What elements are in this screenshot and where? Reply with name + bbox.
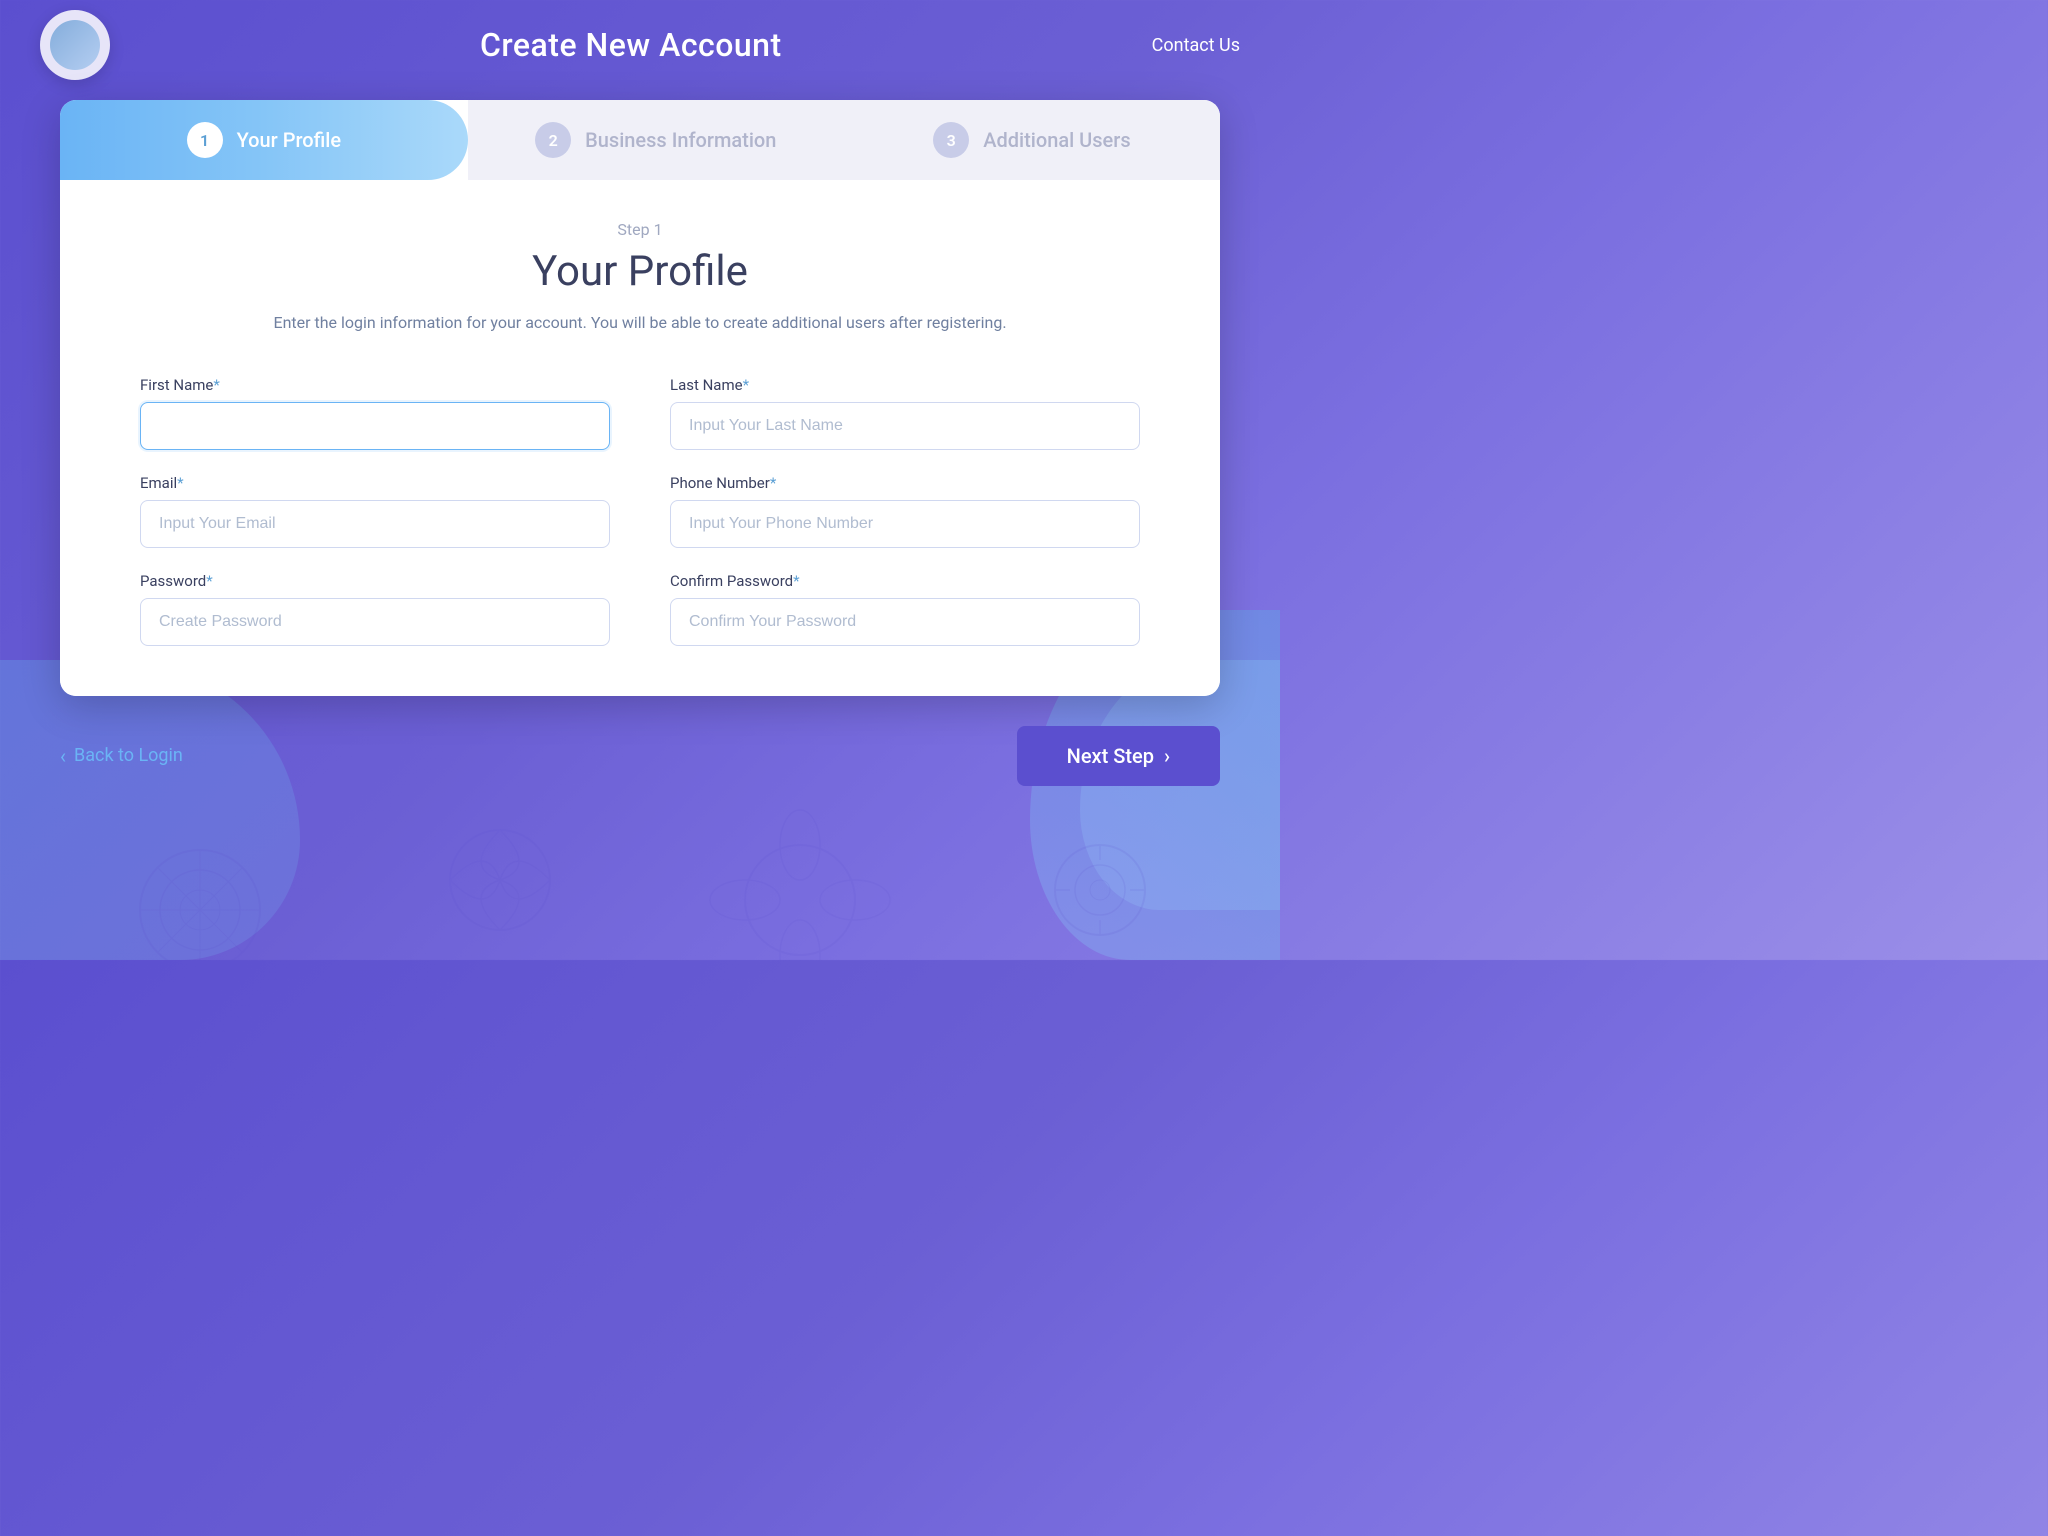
password-group: Password* xyxy=(140,572,610,646)
phone-group: Phone Number* xyxy=(670,474,1140,548)
step-3-number: 3 xyxy=(933,122,969,158)
form-area: Step 1 Your Profile Enter the login info… xyxy=(60,180,1220,696)
step-3[interactable]: 3 Additional Users xyxy=(844,100,1220,180)
confirm-password-label: Confirm Password* xyxy=(670,572,1140,590)
header: Create New Account Contact Us xyxy=(0,0,1280,90)
phone-label: Phone Number* xyxy=(670,474,1140,492)
confirm-password-group: Confirm Password* xyxy=(670,572,1140,646)
logo xyxy=(40,10,110,80)
step-3-label: Additional Users xyxy=(983,128,1130,152)
form-grid: First Name* Last Name* Email* xyxy=(140,376,1140,646)
password-input[interactable] xyxy=(140,598,610,646)
form-header: Step 1 Your Profile Enter the login info… xyxy=(140,220,1140,336)
step-2-label: Business Information xyxy=(585,128,776,152)
form-description: Enter the login information for your acc… xyxy=(140,310,1140,336)
form-title: Your Profile xyxy=(140,247,1140,296)
password-label: Password* xyxy=(140,572,610,590)
main-card: 1 Your Profile 2 Business Information 3 … xyxy=(60,100,1220,696)
steps-nav: 1 Your Profile 2 Business Information 3 … xyxy=(60,100,1220,180)
logo-inner xyxy=(50,20,100,70)
chevron-left-icon: ‹ xyxy=(60,744,66,768)
email-group: Email* xyxy=(140,474,610,548)
email-input[interactable] xyxy=(140,500,610,548)
confirm-password-input[interactable] xyxy=(670,598,1140,646)
page-title: Create New Account xyxy=(480,26,782,64)
first-name-label: First Name* xyxy=(140,376,610,394)
step-indicator: Step 1 xyxy=(140,220,1140,239)
step-2[interactable]: 2 Business Information xyxy=(468,100,844,180)
last-name-input[interactable] xyxy=(670,402,1140,450)
back-to-login-button[interactable]: ‹ Back to Login xyxy=(60,744,183,768)
chevron-right-icon: › xyxy=(1164,744,1170,768)
step-2-number: 2 xyxy=(535,122,571,158)
contact-us-link[interactable]: Contact Us xyxy=(1152,35,1240,56)
next-step-button[interactable]: Next Step › xyxy=(1017,726,1220,786)
email-label: Email* xyxy=(140,474,610,492)
step-1-number: 1 xyxy=(187,122,223,158)
phone-input[interactable] xyxy=(670,500,1140,548)
first-name-group: First Name* xyxy=(140,376,610,450)
footer: ‹ Back to Login Next Step › xyxy=(0,696,1280,816)
step-1[interactable]: 1 Your Profile xyxy=(60,100,468,180)
first-name-input[interactable] xyxy=(140,402,610,450)
last-name-label: Last Name* xyxy=(670,376,1140,394)
last-name-group: Last Name* xyxy=(670,376,1140,450)
step-1-label: Your Profile xyxy=(237,128,342,152)
